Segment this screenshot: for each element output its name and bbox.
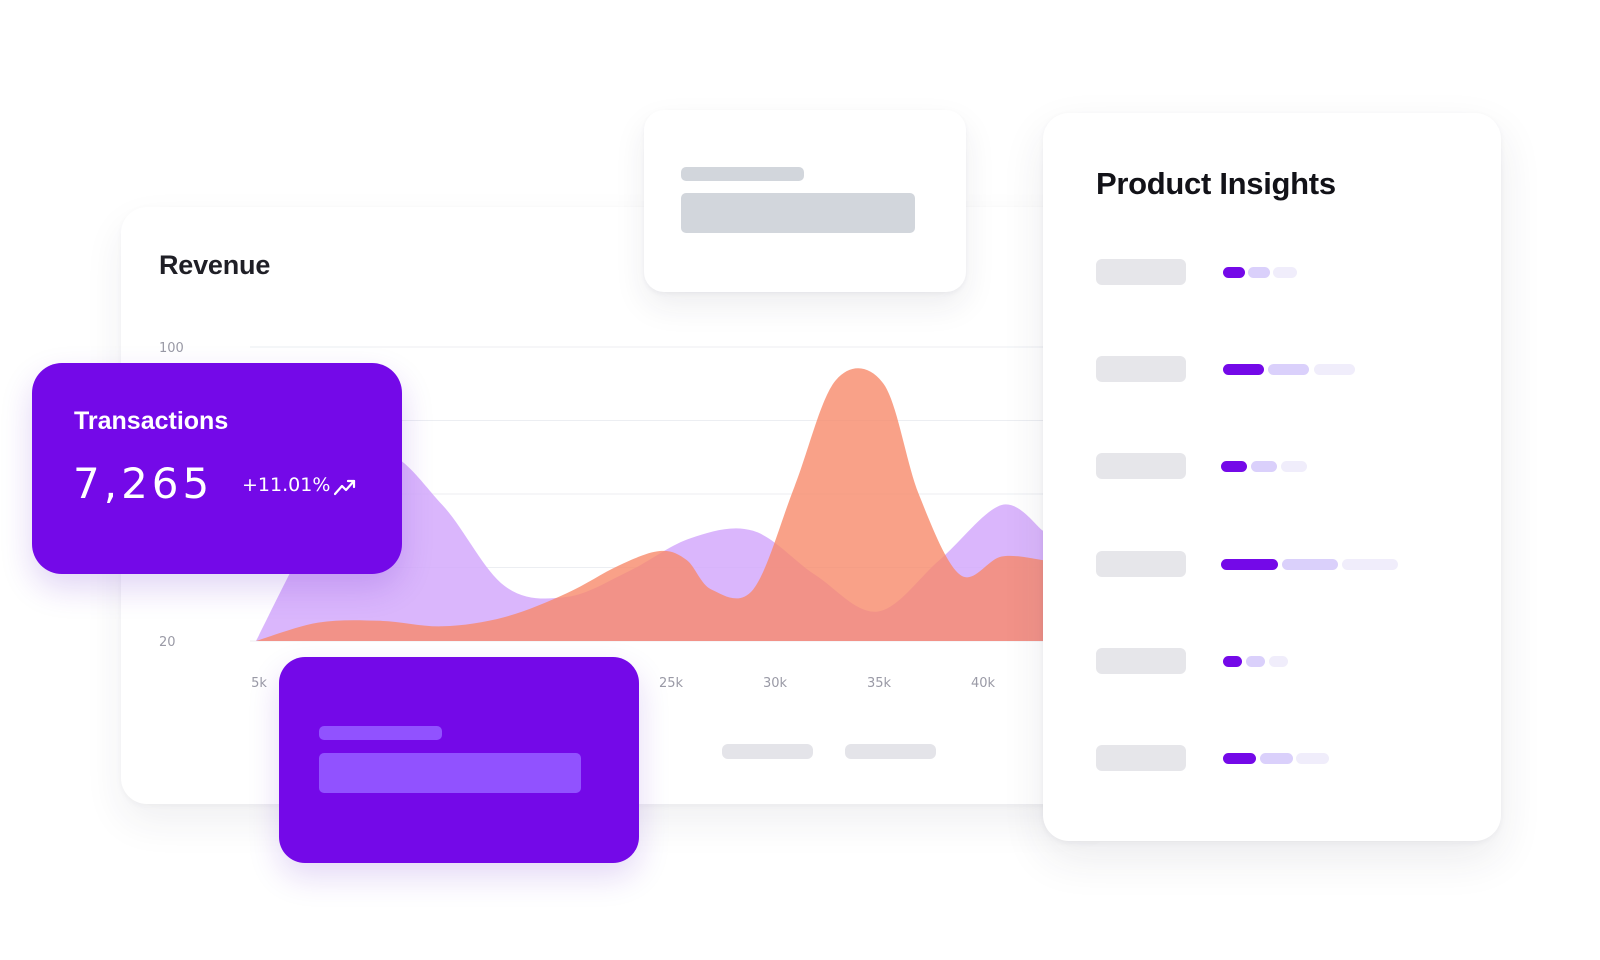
insight-bar-tertiary <box>1314 364 1355 375</box>
skeleton-value <box>319 753 581 793</box>
transactions-value: 7,265 <box>73 459 214 508</box>
insight-bar-secondary <box>1248 267 1270 278</box>
insight-bar-secondary <box>1251 461 1277 472</box>
product-insights-card: Product Insights <box>1043 113 1501 841</box>
x-tick-label: 30k <box>763 676 788 691</box>
transactions-title: Transactions <box>74 407 229 435</box>
insight-bar-primary <box>1221 461 1247 472</box>
insight-bar-primary <box>1223 753 1256 764</box>
legend-pill-1[interactable] <box>722 744 813 759</box>
insight-bar-primary <box>1223 267 1245 278</box>
insight-bar-secondary <box>1260 753 1293 764</box>
insight-bar-tertiary <box>1281 461 1307 472</box>
insight-bar-primary <box>1223 656 1242 667</box>
insight-label-skeleton <box>1096 356 1186 382</box>
insights-title: Product Insights <box>1096 166 1336 201</box>
skeleton-label <box>319 726 442 740</box>
summary-skeleton-card <box>644 110 966 292</box>
insight-bar-primary <box>1223 364 1264 375</box>
trend-up-icon <box>334 479 356 496</box>
x-tick-label: 40k <box>971 676 996 691</box>
insight-label-skeleton <box>1096 259 1186 285</box>
skeleton-label <box>681 167 804 181</box>
insight-bar-tertiary <box>1296 753 1329 764</box>
insight-bar-secondary <box>1268 364 1309 375</box>
secondary-skeleton-card <box>279 657 639 863</box>
transactions-card[interactable]: Transactions 7,265 +11.01% <box>32 363 402 574</box>
insight-label-skeleton <box>1096 745 1186 771</box>
insight-label-skeleton <box>1096 648 1186 674</box>
y-tick-label: 100 <box>159 341 184 356</box>
insight-label-skeleton <box>1096 551 1186 577</box>
x-tick-label: 35k <box>867 676 892 691</box>
insight-bar-tertiary <box>1269 656 1288 667</box>
insight-label-skeleton <box>1096 453 1186 479</box>
x-tick-label: 5k <box>251 676 267 691</box>
skeleton-value <box>681 193 915 233</box>
insight-bar-secondary <box>1246 656 1265 667</box>
legend-pill-2[interactable] <box>845 744 936 759</box>
insight-bar-tertiary <box>1342 559 1398 570</box>
insight-bar-primary <box>1221 559 1278 570</box>
x-tick-label: 25k <box>659 676 684 691</box>
transactions-change: +11.01% <box>242 474 331 496</box>
insight-bar-secondary <box>1282 559 1338 570</box>
insight-bar-tertiary <box>1273 267 1297 278</box>
y-tick-label: 20 <box>159 635 176 650</box>
